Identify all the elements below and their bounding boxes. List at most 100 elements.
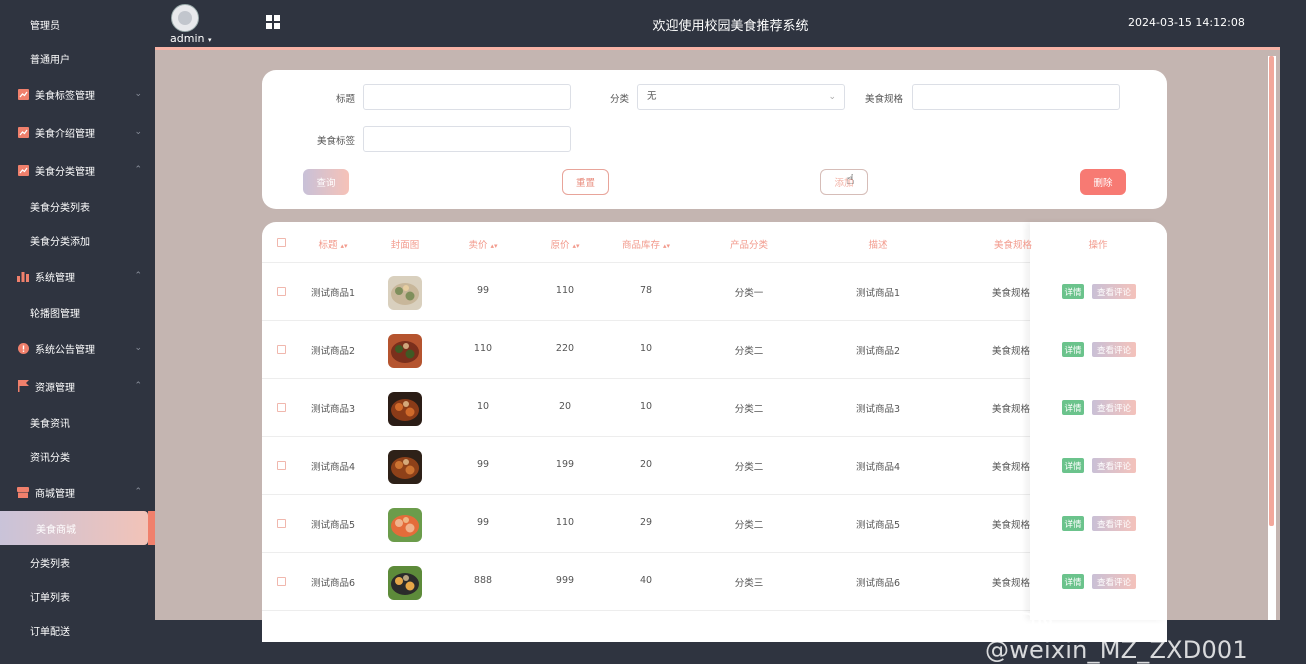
sidebar-group-system[interactable]: 系统管理 ⌃ xyxy=(0,259,155,293)
cell-original-price: 110 xyxy=(555,517,575,528)
detail-button[interactable]: 详情 xyxy=(1062,400,1084,415)
sidebar-group-shop[interactable]: 商城管理 ⌃ xyxy=(0,475,155,509)
detail-button[interactable]: 详情 xyxy=(1062,342,1084,357)
cell-title: 测试商品4 xyxy=(310,462,356,473)
sidebar-group-food-intro[interactable]: 美食介绍管理 ⌄ xyxy=(0,115,155,149)
reset-button[interactable]: 重置 xyxy=(562,169,609,195)
view-comments-button[interactable]: 查看评论 xyxy=(1092,400,1136,415)
title-input[interactable] xyxy=(363,84,571,110)
cover-image xyxy=(388,276,422,310)
cover-image xyxy=(388,566,422,600)
view-comments-button[interactable]: 查看评论 xyxy=(1092,342,1136,357)
col-stock[interactable]: 商品库存 ▴▾ xyxy=(608,237,684,251)
query-button[interactable]: 查询 xyxy=(303,169,349,195)
view-comments-button[interactable]: 查看评论 xyxy=(1092,516,1136,531)
cell-title: 测试商品1 xyxy=(310,288,356,299)
cell-title: 测试商品3 xyxy=(310,404,356,415)
cell-title: 测试商品5 xyxy=(310,520,356,531)
sort-icon[interactable]: ▴▾ xyxy=(572,242,579,250)
row-checkbox[interactable] xyxy=(277,345,286,354)
chevron-up-icon: ⌃ xyxy=(134,165,142,175)
cell-spec: 美食规格 xyxy=(992,578,1031,589)
detail-button[interactable]: 详情 xyxy=(1062,516,1084,531)
cell-title: 测试商品2 xyxy=(310,346,356,357)
col-actions: 操作 xyxy=(1088,240,1108,251)
cell-stock: 10 xyxy=(639,401,653,412)
cell-price: 99 xyxy=(476,285,490,296)
cell-description: 测试商品4 xyxy=(855,462,901,473)
detail-button[interactable]: 详情 xyxy=(1062,574,1084,589)
cell-title: 测试商品6 xyxy=(310,578,356,589)
sidebar-item-admin[interactable]: 管理员 xyxy=(0,7,155,41)
sidebar-item-carousel[interactable]: 轮播图管理 xyxy=(0,295,155,329)
delete-button[interactable]: 删除 xyxy=(1080,169,1126,195)
category-label: 分类 xyxy=(610,94,630,105)
select-all-checkbox[interactable] xyxy=(277,238,286,247)
row-checkbox[interactable] xyxy=(277,461,286,470)
view-comments-button[interactable]: 查看评论 xyxy=(1092,574,1136,589)
sidebar-item-normal-user[interactable]: 普通用户 xyxy=(0,41,155,75)
chevron-down-icon: ⌄ xyxy=(828,92,836,102)
cell-category: 分类二 xyxy=(734,520,764,531)
cell-description: 测试商品5 xyxy=(855,520,901,531)
sort-icon[interactable]: ▴▾ xyxy=(663,242,670,250)
cell-price: 888 xyxy=(473,575,493,586)
sidebar-item-shop-category[interactable]: 分类列表 xyxy=(0,545,155,579)
chart-icon xyxy=(17,164,29,176)
spec-label: 美食规格 xyxy=(865,94,904,105)
sidebar-group-food-category[interactable]: 美食分类管理 ⌃ xyxy=(0,153,155,187)
scrollbar-thumb[interactable] xyxy=(1269,56,1274,526)
cell-price: 10 xyxy=(476,401,490,412)
cover-image xyxy=(388,334,422,368)
cell-spec: 美食规格 xyxy=(992,462,1031,473)
sidebar-item-category-list[interactable]: 美食分类列表 xyxy=(0,189,155,223)
detail-button[interactable]: 详情 xyxy=(1062,458,1084,473)
cell-description: 测试商品6 xyxy=(855,578,901,589)
chevron-up-icon: ⌃ xyxy=(134,487,142,497)
cell-stock: 78 xyxy=(639,285,653,296)
row-checkbox[interactable] xyxy=(277,577,286,586)
view-comments-button[interactable]: 查看评论 xyxy=(1092,284,1136,299)
cell-description: 测试商品2 xyxy=(855,346,901,357)
cell-original-price: 199 xyxy=(555,459,575,470)
sort-icon[interactable]: ▴▾ xyxy=(340,242,347,250)
flag-icon xyxy=(17,380,29,392)
sidebar-item-order-list[interactable]: 订单列表 xyxy=(0,579,155,613)
cell-category: 分类二 xyxy=(734,462,764,473)
sidebar-item-category-add[interactable]: 美食分类添加 xyxy=(0,223,155,257)
actions-fixed-column xyxy=(1030,222,1167,620)
sort-icon[interactable]: ▴▾ xyxy=(490,242,497,250)
col-description: 描述 xyxy=(868,240,888,251)
col-original-price[interactable]: 原价 ▴▾ xyxy=(537,237,593,251)
cell-spec: 美食规格 xyxy=(992,404,1031,415)
row-checkbox[interactable] xyxy=(277,519,286,528)
sidebar-item-food-news[interactable]: 美食资讯 xyxy=(0,405,155,439)
sidebar-item-delivery[interactable]: 订单配送 xyxy=(0,613,155,647)
row-checkbox[interactable] xyxy=(277,403,286,412)
info-icon xyxy=(17,342,29,354)
view-comments-button[interactable]: 查看评论 xyxy=(1092,458,1136,473)
cell-stock: 20 xyxy=(639,459,653,470)
bar-chart-icon xyxy=(17,270,29,282)
cell-price: 99 xyxy=(476,517,490,528)
row-checkbox[interactable] xyxy=(277,287,286,296)
caret-down-icon: ▾ xyxy=(207,36,212,44)
col-title[interactable]: 标题 ▴▾ xyxy=(303,237,363,251)
add-button[interactable]: 添加 xyxy=(820,169,868,195)
sidebar-item-news-category[interactable]: 资讯分类 xyxy=(0,439,155,473)
sidebar-group-notice[interactable]: 系统公告管理 ⌄ xyxy=(0,331,155,365)
detail-button[interactable]: 详情 xyxy=(1062,284,1084,299)
chevron-up-icon: ⌃ xyxy=(134,381,142,391)
cell-description: 测试商品1 xyxy=(855,288,901,299)
chevron-down-icon: ⌄ xyxy=(134,89,142,99)
col-price[interactable]: 卖价 ▴▾ xyxy=(455,237,511,251)
chart-icon xyxy=(17,88,29,100)
tag-input[interactable] xyxy=(363,126,571,152)
category-select[interactable]: 无 ⌄ xyxy=(637,84,845,110)
title-label: 标题 xyxy=(336,94,356,105)
cell-category: 分类二 xyxy=(734,404,764,415)
spec-input[interactable] xyxy=(912,84,1120,110)
sidebar-group-resource[interactable]: 资源管理 ⌃ xyxy=(0,369,155,403)
sidebar-item-food-shop[interactable]: 美食商城 xyxy=(0,511,148,545)
sidebar-group-food-tags[interactable]: 美食标签管理 ⌄ xyxy=(0,77,155,111)
